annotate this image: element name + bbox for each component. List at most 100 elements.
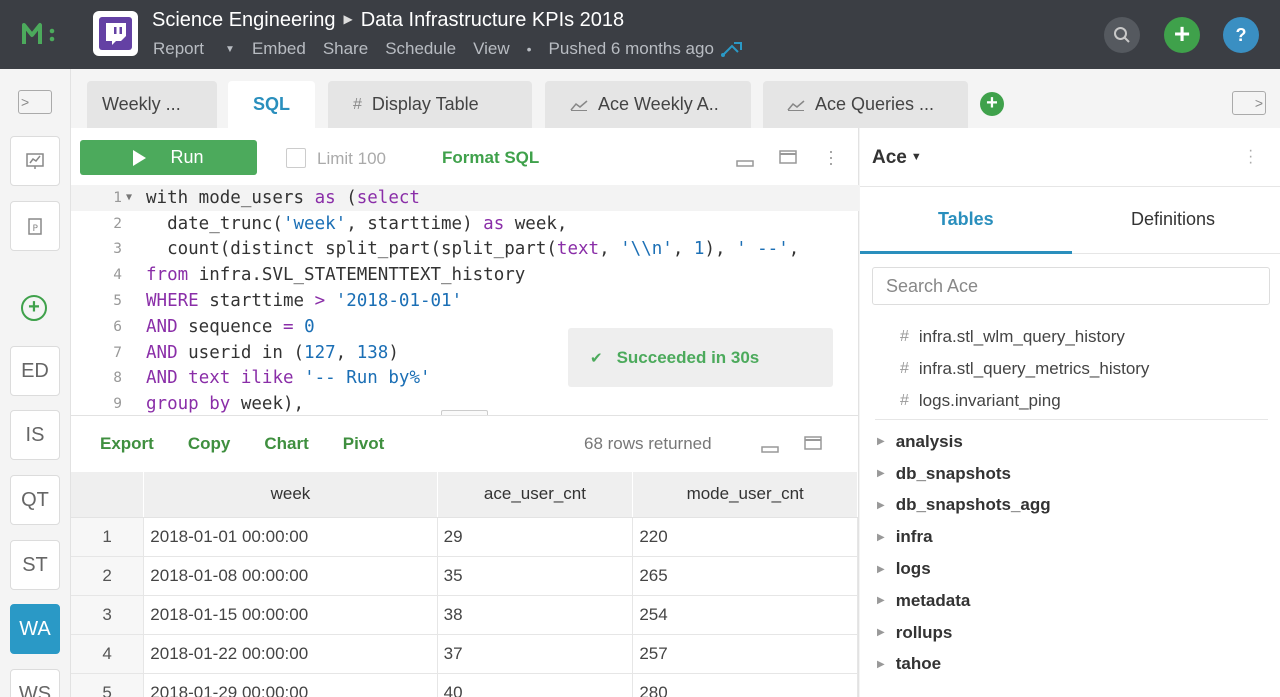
cell-week[interactable]: 2018-01-22 00:00:00 — [143, 634, 438, 674]
menu-schedule[interactable]: Schedule — [385, 39, 456, 59]
help-button[interactable]: ? — [1223, 17, 1259, 53]
cell-mode-user-cnt[interactable]: 254 — [632, 595, 858, 635]
chevron-down-icon: ▼ — [225, 44, 235, 55]
table-row[interactable]: 2 2018-01-08 00:00:00 35 265 — [71, 556, 858, 596]
expand-right-panel-button[interactable]: > — [1232, 91, 1266, 115]
cell-ace-user-cnt[interactable]: 40 — [437, 673, 634, 697]
schema-item[interactable]: ▶ rollups — [877, 617, 1051, 649]
cell-mode-user-cnt[interactable]: 280 — [632, 673, 858, 697]
question-icon: ? — [1235, 24, 1247, 45]
menu-view[interactable]: View — [473, 39, 510, 59]
mode-logo-icon[interactable] — [22, 22, 62, 46]
schema-item[interactable]: ▶ infra — [877, 521, 1051, 553]
separator-dot: • — [526, 41, 532, 57]
minimize-icon[interactable] — [761, 440, 779, 456]
parameters-button[interactable]: P — [10, 201, 60, 251]
push-status: Pushed 6 months ago — [548, 39, 714, 58]
report-builder-button[interactable] — [10, 136, 60, 186]
add-query-button[interactable]: + — [21, 295, 47, 321]
table-header-row: week ace_user_cnt mode_user_cnt — [71, 472, 858, 518]
row-index: 5 — [71, 673, 145, 697]
schema-item[interactable]: ▶ logs — [877, 553, 1051, 585]
schema-search-input[interactable]: Search Ace — [872, 267, 1270, 305]
fold-arrow-icon[interactable]: ▼ — [126, 192, 146, 203]
clipboard-icon: P — [28, 218, 42, 235]
tab-definitions[interactable]: Definitions — [1131, 209, 1215, 230]
search-button[interactable] — [1104, 17, 1140, 53]
plus-icon: + — [28, 296, 40, 318]
table-grid-icon: # — [900, 360, 909, 377]
play-icon — [133, 149, 147, 166]
tab-tables[interactable]: Tables — [938, 209, 994, 230]
tab-ace-queries[interactable]: Ace Queries ... — [763, 81, 968, 128]
menu-report[interactable]: Report ▼ — [153, 39, 235, 59]
row-index: 2 — [71, 556, 145, 596]
minimize-icon[interactable] — [736, 154, 754, 170]
export-button[interactable]: Export — [100, 434, 154, 454]
chevron-right-icon: > — [1254, 95, 1263, 111]
cell-mode-user-cnt[interactable]: 220 — [632, 517, 858, 557]
report-title[interactable]: Data Infrastructure KPIs 2018 — [361, 9, 624, 31]
sidebar-item-st[interactable]: ST — [10, 540, 60, 590]
more-options-icon[interactable]: · · · — [828, 142, 834, 172]
maximize-icon[interactable] — [804, 436, 822, 453]
tab-sql[interactable]: SQL — [228, 81, 315, 128]
sidebar-item-is[interactable]: IS — [10, 410, 60, 460]
cell-mode-user-cnt[interactable]: 257 — [632, 634, 858, 674]
check-icon: ✔ — [590, 349, 603, 367]
more-options-icon[interactable]: · · · — [1248, 143, 1253, 171]
results-table: week ace_user_cnt mode_user_cnt 1 2018-0… — [71, 472, 858, 697]
format-sql-button[interactable]: Format SQL — [442, 148, 539, 168]
sidebar-item-ws[interactable]: WS — [10, 669, 60, 697]
add-tab-button[interactable]: + — [980, 92, 1004, 116]
sidebar-item-qt[interactable]: QT — [10, 475, 60, 525]
chart-button[interactable]: Chart — [264, 434, 308, 454]
schema-item[interactable]: ▶ tahoe — [877, 649, 1051, 681]
sidebar-item-ed[interactable]: ED — [10, 346, 60, 396]
menu-embed[interactable]: Embed — [252, 39, 306, 59]
list-item[interactable]: # infra.stl_query_metrics_history — [900, 353, 1149, 385]
tab-display-table[interactable]: # Display Table — [328, 81, 532, 128]
cell-week[interactable]: 2018-01-15 00:00:00 — [143, 595, 438, 635]
cell-ace-user-cnt[interactable]: 29 — [437, 517, 634, 557]
cell-mode-user-cnt[interactable]: 265 — [632, 556, 858, 596]
copy-button[interactable]: Copy — [188, 434, 231, 454]
maximize-icon[interactable] — [779, 150, 797, 167]
tab-weekly[interactable]: Weekly ... — [87, 81, 217, 128]
pivot-button[interactable]: Pivot — [343, 434, 385, 454]
git-sync-icon[interactable] — [720, 40, 744, 58]
cell-ace-user-cnt[interactable]: 38 — [437, 595, 634, 635]
tab-ace-weekly[interactable]: Ace Weekly A.. — [545, 81, 751, 128]
schema-item[interactable]: ▶ analysis — [877, 426, 1051, 458]
list-item[interactable]: # logs.invariant_ping — [900, 385, 1149, 417]
plus-icon: + — [986, 92, 998, 114]
table-row[interactable]: 3 2018-01-15 00:00:00 38 254 — [71, 595, 858, 635]
table-row[interactable]: 5 2018-01-29 00:00:00 40 280 — [71, 673, 858, 697]
cell-week[interactable]: 2018-01-08 00:00:00 — [143, 556, 438, 596]
table-row[interactable]: 4 2018-01-22 00:00:00 37 257 — [71, 634, 858, 674]
cell-ace-user-cnt[interactable]: 35 — [437, 556, 634, 596]
list-item[interactable]: # infra.stl_wlm_query_history — [900, 321, 1149, 353]
table-row[interactable]: 1 2018-01-01 00:00:00 29 220 — [71, 517, 858, 557]
tabs-bar: Weekly ... SQL # Display Table Ace Weekly… — [71, 69, 1280, 128]
limit-checkbox[interactable] — [286, 148, 306, 168]
run-button[interactable]: Run — [80, 140, 257, 175]
connection-selector[interactable]: Ace ▼ — [872, 147, 922, 169]
expand-sidebar-button[interactable]: > — [18, 90, 52, 114]
sidebar-item-wa[interactable]: WA — [10, 604, 60, 654]
cell-week[interactable]: 2018-01-29 00:00:00 — [143, 673, 438, 697]
column-header[interactable]: week — [143, 472, 438, 518]
active-tab-indicator — [860, 251, 1072, 254]
cell-ace-user-cnt[interactable]: 37 — [437, 634, 634, 674]
code-line: 1 ▼ with mode_users as (select — [71, 185, 859, 211]
schema-list: ▶ analysis ▶ db_snapshots ▶ db_snapshots_ag… — [877, 426, 1051, 680]
schema-item[interactable]: ▶ db_snapshots — [877, 458, 1051, 490]
schema-item[interactable]: ▶ db_snapshots_agg — [877, 490, 1051, 522]
menu-share[interactable]: Share — [323, 39, 368, 59]
column-header[interactable]: ace_user_cnt — [437, 472, 634, 518]
new-report-button[interactable]: + — [1164, 17, 1200, 53]
cell-week[interactable]: 2018-01-01 00:00:00 — [143, 517, 438, 557]
column-header[interactable]: mode_user_cnt — [632, 472, 858, 518]
space-name-link[interactable]: Science Engineering — [152, 9, 335, 31]
schema-item[interactable]: ▶ metadata — [877, 585, 1051, 617]
